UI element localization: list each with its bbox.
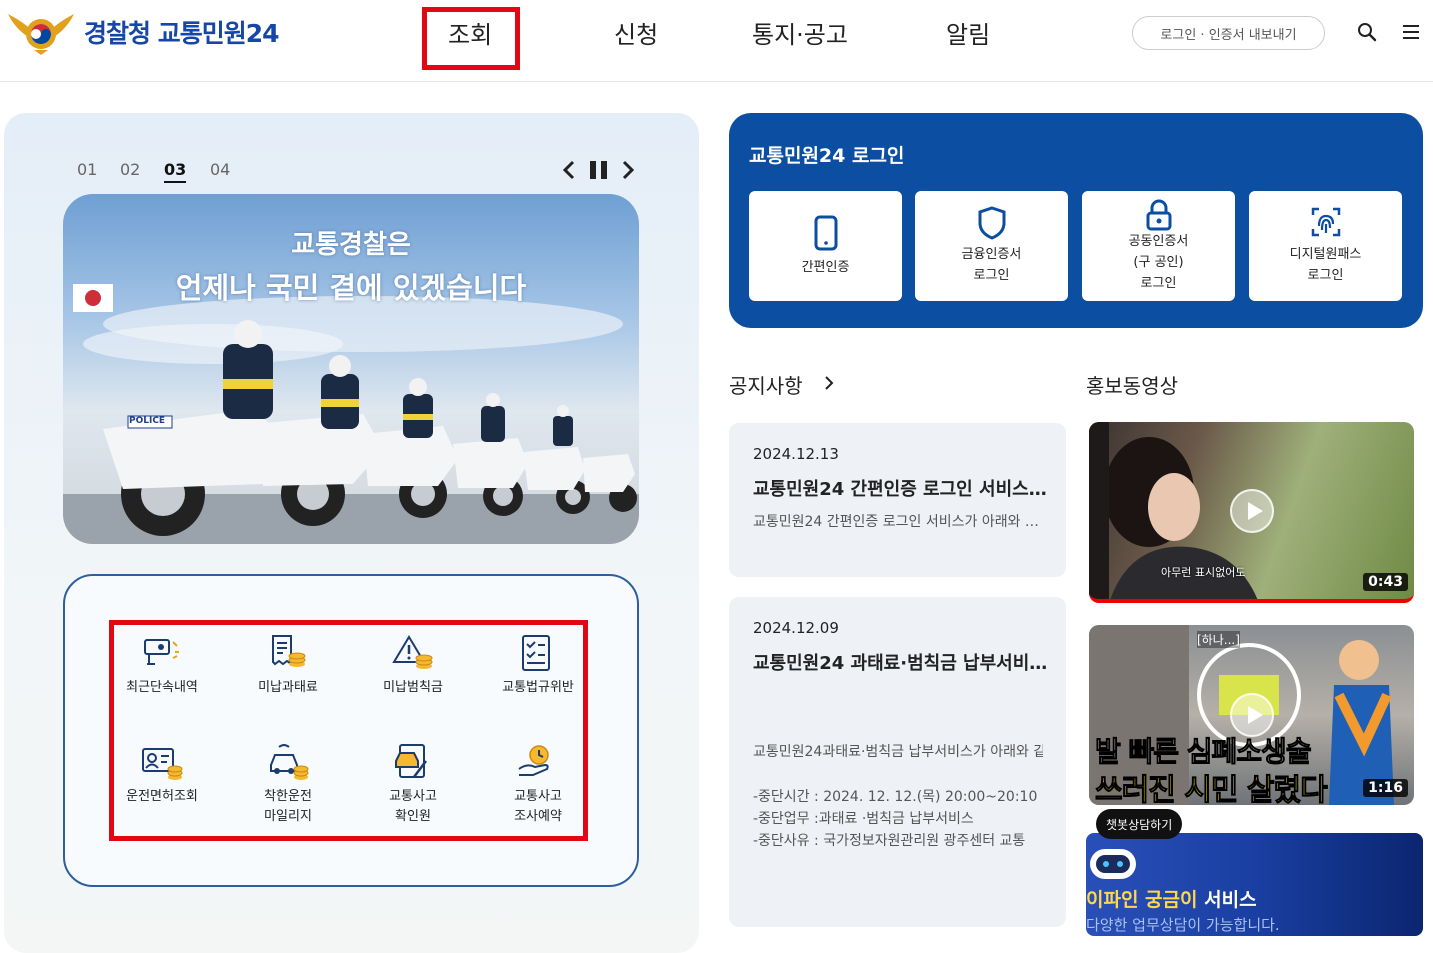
quick-menu-item[interactable]: 착한운전 마일리지: [228, 743, 348, 827]
quick-menu-item[interactable]: 미납범칙금: [353, 634, 473, 698]
quick-menu-item[interactable]: 교통사고 확인원: [353, 743, 473, 827]
slide-tab-03[interactable]: 03: [164, 160, 187, 183]
notice-card[interactable]: 2024.12.13 교통민원24 간편인증 로그인 서비스 일시 중단 안내 …: [729, 423, 1066, 577]
simple-auth-label: 간편인증: [801, 259, 850, 275]
quick-menu-item[interactable]: 최근단속내역: [102, 634, 222, 698]
quick-menu-label: 최근단속내역: [126, 680, 198, 695]
highlight-box-nav: [422, 7, 520, 70]
hand-clock-icon: [518, 745, 549, 776]
next-slide-icon[interactable]: [620, 158, 636, 182]
chatbot-subtitle: 다양한 업무상담이 가능합니다.: [1086, 916, 1280, 934]
quick-menu-item[interactable]: 운전면허조회: [102, 743, 222, 807]
quick-menu-item[interactable]: 미납과태료: [228, 634, 348, 698]
prev-slide-icon[interactable]: [561, 158, 577, 182]
hamburger-menu-icon[interactable]: [1402, 22, 1420, 42]
digital-onepass-label: 디지털원패스 로그인: [1289, 247, 1362, 283]
checklist-icon: [522, 635, 550, 671]
digital-onepass-login-button[interactable]: 디지털원패스 로그인: [1249, 191, 1402, 301]
lock-icon: [1146, 199, 1171, 230]
receipt-coins-icon: [272, 635, 306, 667]
chatbot-title-accent: 이파인 궁금이: [1086, 889, 1198, 911]
quick-menu-label: 미납과태료: [258, 680, 318, 695]
notice-body-line: 교통민원24 간편인증 로그인 서비스가 아래와 같이: [753, 514, 1043, 530]
notices-title[interactable]: 공지사항: [729, 370, 803, 399]
chatbot-panel[interactable]: 이파인 궁금이 서비스 다양한 업무상담이 가능합니다.: [1086, 833, 1423, 936]
slide-tab-04[interactable]: 04: [210, 160, 230, 179]
video-duration: 0:43: [1363, 573, 1408, 591]
chatbot-title-rest: 서비스: [1197, 889, 1257, 911]
videos-title: 홍보동영상: [1086, 374, 1178, 398]
joint-cert-login-button[interactable]: 공동인증서 (구 공인) 로그인: [1082, 191, 1235, 301]
hero-banner-text: 교통경찰은 언제나 국민 곁에 있겠습니다: [63, 224, 639, 307]
police-emblem-icon: [8, 14, 74, 55]
login-panel-title: 교통민원24 로그인: [749, 145, 905, 167]
fingerprint-icon: [1311, 207, 1340, 237]
quick-menu-label: 착한운전 마일리지: [264, 789, 312, 824]
hero-banner-line1: 교통경찰은: [291, 230, 411, 260]
slide-tab-02[interactable]: 02: [120, 160, 140, 179]
nav-alerts[interactable]: 알림: [946, 15, 990, 50]
financial-cert-label: 금융인증서 로그인: [961, 247, 1022, 283]
pause-icon[interactable]: [588, 158, 610, 182]
video-caption-line2: 쓰러진 시민 살렸다: [1095, 773, 1329, 806]
quick-menu-label: 교통법규위반: [502, 680, 574, 695]
chatbot-bubble[interactable]: 챗봇상담하기: [1096, 809, 1183, 839]
hero-banner-line2: 언제나 국민 곁에 있겠습니다: [175, 271, 527, 305]
notice-body-line: 교통민원24과태료·범칙금 납부서비스가 아래와 같이: [753, 744, 1043, 760]
video-caption: 아무런 표시없어도: [1161, 566, 1246, 579]
shield-icon: [978, 206, 1005, 240]
quick-menu-label: 미납범칙금: [383, 680, 443, 695]
notice-date: 2024.12.13: [753, 445, 839, 463]
notice-body-line: -중단업무 :과태료 ·범칙금 납부서비스: [753, 811, 974, 827]
joint-cert-label: 공동인증서 (구 공인) 로그인: [1128, 233, 1189, 291]
play-icon[interactable]: [1229, 488, 1274, 533]
simple-auth-login-button[interactable]: 간편인증: [749, 191, 902, 301]
site-header: 경찰청 교통민원24 조회 신청 통지·공고 알림 로그인 · 인증서 내보내기: [0, 0, 1433, 82]
nav-apply[interactable]: 신청: [614, 15, 658, 50]
financial-cert-login-button[interactable]: 금융인증서 로그인: [915, 191, 1068, 301]
video-tag: [하나...]: [1197, 631, 1240, 648]
quick-menu-label: 교통사고 조사예약: [514, 789, 562, 824]
notice-title[interactable]: 교통민원24 간편인증 로그인 서비스 일시 중단 안내: [753, 475, 1048, 501]
site-logo[interactable]: 경찰청 교통민원24: [6, 8, 279, 56]
notice-body-line: -중단시간 : 2024. 12. 12.(목) 20:00~20:10: [753, 789, 1038, 805]
warning-coins-icon: [392, 635, 433, 669]
site-logo-text: 경찰청 교통민원24: [84, 19, 279, 48]
quick-menu-label: 교통사고 확인원: [389, 789, 437, 824]
notice-body-line: -중단사유 : 국가정보자원관리원 광주센터 교통: [753, 833, 1026, 849]
speed-camera-icon: [144, 639, 179, 665]
phone-icon: [814, 215, 837, 250]
hero-banner[interactable]: 교통경찰은 언제나 국민 곁에 있겠습니다 POLICE: [63, 194, 639, 544]
chatbot-robot-icon: [1090, 849, 1136, 879]
search-icon[interactable]: [1357, 22, 1377, 42]
id-card-coins-icon: [142, 748, 183, 780]
quick-menu-label: 운전면허조회: [126, 789, 198, 804]
video-caption-line1: 발 빠른 심폐소생술: [1095, 735, 1313, 769]
quick-menu-item[interactable]: 교통사고 조사예약: [478, 743, 598, 827]
chevron-right-icon[interactable]: [823, 375, 835, 391]
notice-date: 2024.12.09: [753, 619, 839, 637]
police-badge-text: POLICE: [129, 416, 166, 426]
video-duration: 1:16: [1363, 779, 1408, 797]
quick-menu-item[interactable]: 교통법규위반: [478, 634, 598, 698]
login-panel: 교통민원24 로그인 간편인증 금융인증서 로그인 공동인증서 (구 공인) 로…: [729, 113, 1423, 328]
car-coins-icon: [270, 744, 309, 780]
notice-card[interactable]: 2024.12.09 교통민원24 과태료·범칙금 납부서비스 일시 중단 안내…: [729, 597, 1066, 927]
nav-notice-announce[interactable]: 통지·공고: [752, 15, 848, 50]
promo-video-thumbnail[interactable]: 아무런 표시없어도 0:43: [1089, 422, 1414, 603]
accident-document-icon: [395, 744, 427, 778]
login-export-button[interactable]: 로그인 · 인증서 내보내기: [1132, 16, 1325, 50]
promo-video-thumbnail[interactable]: [하나...] 발 빠른 심폐소생술 쓰러진 시민 살렸다 1:16: [1089, 625, 1414, 805]
slide-tab-01[interactable]: 01: [77, 160, 97, 179]
chatbot-title: 이파인 궁금이 서비스: [1086, 885, 1257, 912]
notice-title[interactable]: 교통민원24 과태료·범칙금 납부서비스 일시 중단 안내: [753, 649, 1048, 675]
